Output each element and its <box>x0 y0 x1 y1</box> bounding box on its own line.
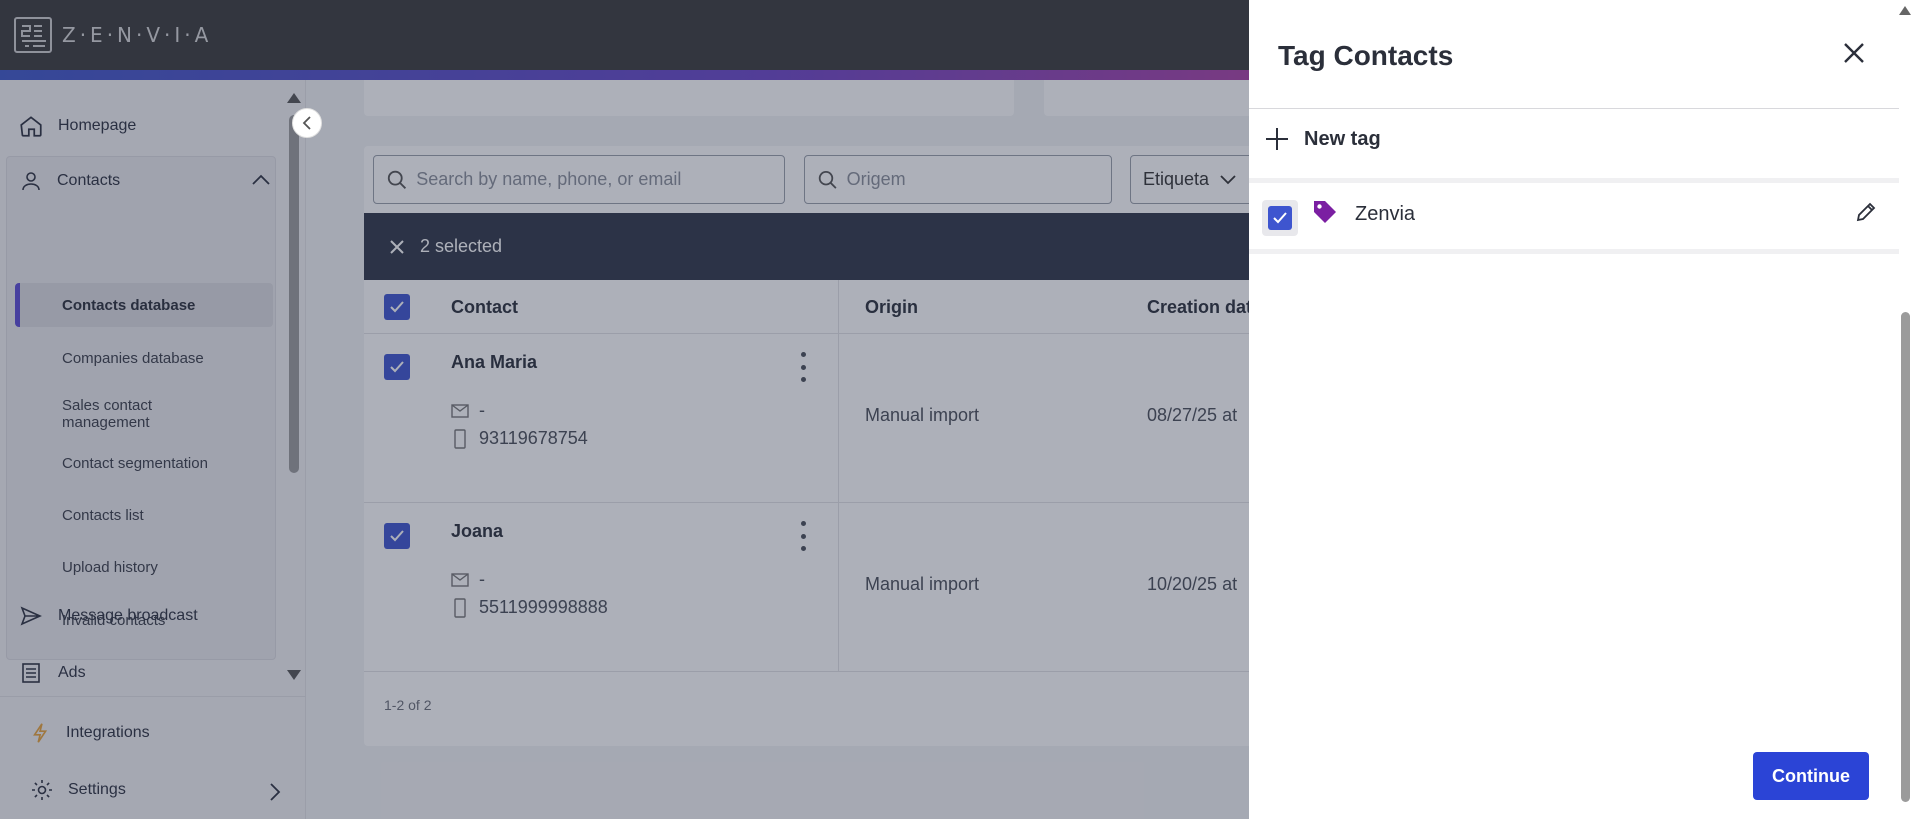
drawer-title: Tag Contacts <box>1278 40 1454 71</box>
close-icon <box>1844 43 1864 63</box>
checkmark-icon <box>1273 212 1287 224</box>
tag-checkbox[interactable] <box>1262 200 1298 236</box>
collapse-sidebar-button[interactable] <box>292 108 322 138</box>
modal-backdrop[interactable] <box>0 0 1249 819</box>
tag-checkbox-box <box>1268 206 1292 230</box>
tag-icon <box>1314 201 1336 223</box>
new-tag-button[interactable]: New tag <box>1264 126 1381 152</box>
divider <box>1249 249 1899 254</box>
tag-contacts-drawer: Tag Contacts New tag Zenvia Continue <box>1249 0 1911 819</box>
tag-list-item[interactable]: Zenvia <box>1249 183 1899 249</box>
pencil-icon[interactable] <box>1855 201 1877 223</box>
new-tag-label: New tag <box>1304 127 1381 150</box>
close-drawer-button[interactable] <box>1839 38 1869 68</box>
drawer-scrollbar[interactable] <box>1901 312 1910 802</box>
divider <box>1249 108 1899 109</box>
chevron-left-icon <box>302 116 311 130</box>
continue-button[interactable]: Continue <box>1753 752 1869 800</box>
drawer-scroll-up-arrow[interactable] <box>1899 6 1911 15</box>
plus-icon <box>1266 128 1288 150</box>
tag-name: Zenvia <box>1355 203 1416 225</box>
